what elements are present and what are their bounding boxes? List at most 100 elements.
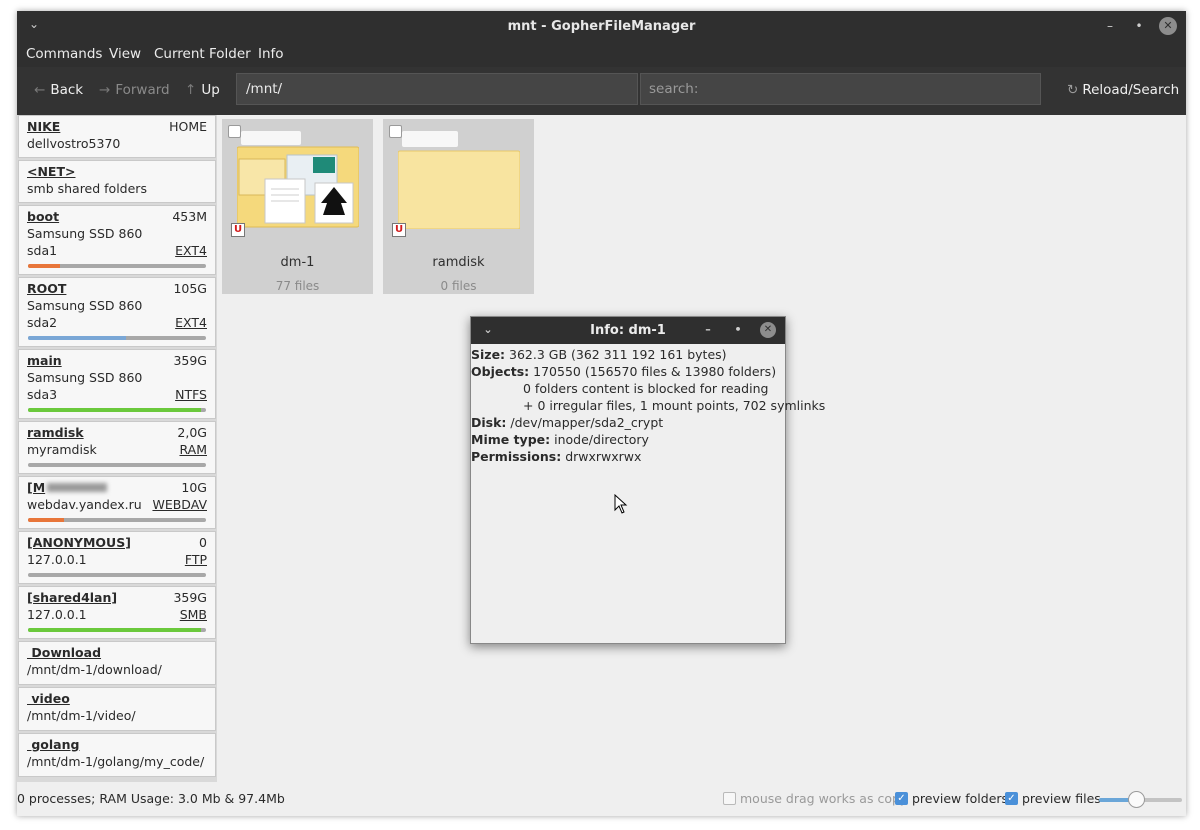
drive-model: Samsung SSD 860 xyxy=(27,370,143,385)
up-button[interactable]: ↑ Up xyxy=(185,82,220,98)
forward-button[interactable]: → Forward xyxy=(99,82,170,98)
sidebar-item-boot[interactable]: boot 453M Samsung SSD 860 sda1 EXT4 xyxy=(18,205,216,275)
net-sub: smb shared folders xyxy=(27,181,147,196)
menu-info[interactable]: Info xyxy=(258,46,284,62)
ftp-sub: 127.0.0.1 xyxy=(27,552,87,567)
drive-name: ROOT xyxy=(27,281,67,296)
bookmark-golang[interactable]: golang /mnt/dm-1/golang/my_code/ xyxy=(18,733,216,777)
dialog-body: Size: 362.3 GB (362 311 192 161 bytes) O… xyxy=(471,346,826,465)
home-host: dellvostro5370 xyxy=(27,136,121,151)
menu-commands[interactable]: Commands xyxy=(26,46,102,62)
preview-files-checkbox[interactable]: ✓ xyxy=(1005,792,1018,805)
redacted-text xyxy=(47,483,108,492)
drive-fs[interactable]: EXT4 xyxy=(175,242,207,259)
sidebar-item-webdav[interactable]: [M 10G webdav.yandex.ru WEBDAV xyxy=(18,476,216,529)
drive-size: 453M xyxy=(172,209,207,224)
back-button[interactable]: ← Back xyxy=(34,82,83,98)
smb-name: [shared4lan] xyxy=(27,590,118,605)
sidebar-item-home[interactable]: NIKE HOME dellvostro5370 xyxy=(18,115,216,158)
info-objects-row: Objects: 170550 (156570 files & 13980 fo… xyxy=(471,363,785,380)
dialog-minimize-icon[interactable]: – xyxy=(700,322,716,338)
objects-irregular-line: + 0 irregular files, 1 mount points, 702… xyxy=(523,398,826,413)
webdav-sub: webdav.yandex.ru xyxy=(27,497,142,512)
maximize-icon[interactable]: • xyxy=(1130,17,1148,35)
dialog-title-bar: ⌄ Info: dm-1 – • ✕ xyxy=(471,317,785,344)
menu-view[interactable]: View xyxy=(109,46,141,62)
permissions-label: Permissions: xyxy=(471,449,562,464)
mime-label: Mime type: xyxy=(471,432,551,447)
file-tile-ramdisk[interactable]: U ramdisk 0 files xyxy=(383,119,534,294)
info-permissions-row: Permissions: drwxrwxrwx xyxy=(471,448,785,465)
folder-preview-icon xyxy=(237,131,359,228)
close-icon[interactable]: ✕ xyxy=(1159,17,1177,35)
minimize-icon[interactable]: – xyxy=(1101,17,1119,35)
ramdisk-sub: myramdisk xyxy=(27,442,97,457)
drive-fs[interactable]: NTFS xyxy=(175,386,207,403)
zoom-slider[interactable] xyxy=(1099,791,1182,808)
ramdisk-size: 2,0G xyxy=(177,425,207,440)
usage-bar xyxy=(28,336,206,340)
drive-device: sda1 xyxy=(27,243,58,258)
drive-name: boot xyxy=(27,209,60,224)
search-input[interactable]: search: xyxy=(640,73,1041,105)
usage-bar xyxy=(28,408,206,412)
drive-name: main xyxy=(27,353,62,368)
dialog-maximize-icon[interactable]: • xyxy=(730,322,746,338)
status-bar: 0 processes; RAM Usage: 3.0 Mb & 97.4Mb … xyxy=(17,784,1186,814)
ramdisk-fs[interactable]: RAM xyxy=(179,441,207,458)
info-mime-row: Mime type: inode/directory xyxy=(471,431,785,448)
size-value: 362.3 GB (362 311 192 161 bytes) xyxy=(509,347,727,362)
dialog-close-icon[interactable]: ✕ xyxy=(760,322,776,338)
menu-bar: Commands View Current Folder Info xyxy=(17,43,1186,67)
file-name: ramdisk xyxy=(432,255,485,270)
smb-size: 359G xyxy=(173,590,207,605)
objects-blocked-line: 0 folders content is blocked for reading xyxy=(523,381,769,396)
up-label: Up xyxy=(201,82,220,98)
smb-fs[interactable]: SMB xyxy=(180,606,207,623)
usage-bar xyxy=(28,518,206,522)
menu-current-folder[interactable]: Current Folder xyxy=(154,46,251,62)
sidebar-item-smb[interactable]: [shared4lan] 359G 127.0.0.1 SMB xyxy=(18,586,216,639)
ftp-fs[interactable]: FTP xyxy=(185,551,207,568)
drag-copy-checkbox[interactable] xyxy=(723,792,736,805)
back-label: Back xyxy=(50,82,84,98)
reload-search-button[interactable]: ↻ Reload/Search xyxy=(1067,82,1179,98)
bookmark-download[interactable]: Download /mnt/dm-1/download/ xyxy=(18,641,216,685)
arrow-left-icon: ← xyxy=(34,82,46,98)
bookmark-name: golang xyxy=(27,737,80,752)
file-count: 0 files xyxy=(440,279,477,293)
mount-badge-icon: U xyxy=(392,223,406,237)
webdav-fs[interactable]: WEBDAV xyxy=(152,496,207,513)
bookmark-video[interactable]: video /mnt/dm-1/video/ xyxy=(18,687,216,731)
drive-fs[interactable]: EXT4 xyxy=(175,314,207,331)
ftp-name: [ANONYMOUS] xyxy=(27,535,131,550)
disk-label: Disk: xyxy=(471,415,507,430)
sidebar-item-main[interactable]: main 359G Samsung SSD 860 sda3 NTFS xyxy=(18,349,216,419)
preview-folders-label: preview folders xyxy=(912,791,1009,806)
home-tag: HOME xyxy=(169,119,207,134)
webdav-size: 10G xyxy=(181,480,207,495)
app-window: ⌄ mnt - GopherFileManager – • ✕ Commands… xyxy=(17,11,1186,816)
net-name: <NET> xyxy=(27,164,76,179)
toolbar: ← Back → Forward ↑ Up /mnt/ search: ↻ Reload… xyxy=(17,67,1186,115)
sidebar-item-ftp[interactable]: [ANONYMOUS] 0 127.0.0.1 FTP xyxy=(18,531,216,584)
usage-fill xyxy=(28,336,126,340)
file-name: dm-1 xyxy=(280,255,315,270)
bookmark-path: /mnt/dm-1/video/ xyxy=(27,708,136,723)
mouse-cursor-icon xyxy=(614,494,628,514)
bookmark-path: /mnt/dm-1/download/ xyxy=(27,662,162,677)
sidebar-item-root[interactable]: ROOT 105G Samsung SSD 860 sda2 EXT4 xyxy=(18,277,216,347)
file-tile-dm-1[interactable]: U dm-1 77 files xyxy=(222,119,373,294)
permissions-value: drwxrwxrwx xyxy=(565,449,642,464)
drag-copy-label: mouse drag works as copy xyxy=(740,791,908,806)
zoom-slider-knob[interactable] xyxy=(1128,791,1146,808)
path-input[interactable]: /mnt/ xyxy=(236,73,638,105)
disk-value: /dev/mapper/sda2_crypt xyxy=(510,415,664,430)
preview-folders-checkbox[interactable]: ✓ xyxy=(895,792,908,805)
objects-label: Objects: xyxy=(471,364,530,379)
sidebar-item-net[interactable]: <NET> smb shared folders xyxy=(18,160,216,203)
bookmark-name: video xyxy=(27,691,70,706)
folder-icon xyxy=(398,131,520,229)
window-title: mnt - GopherFileManager xyxy=(507,19,696,34)
sidebar-item-ramdisk[interactable]: ramdisk 2,0G myramdisk RAM xyxy=(18,421,216,474)
